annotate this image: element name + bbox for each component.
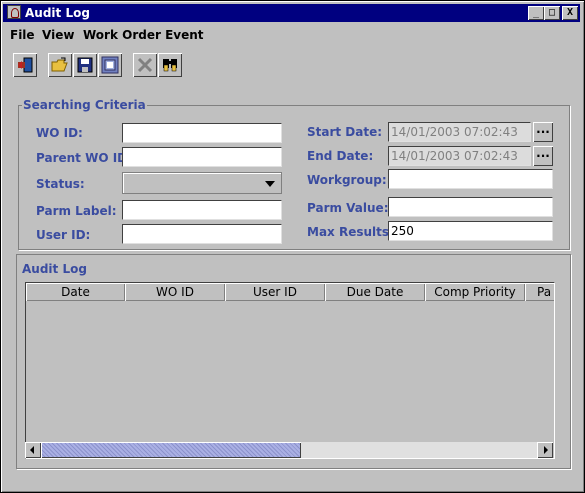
open-folder-icon	[51, 57, 68, 72]
column-header-user-id[interactable]: User ID	[225, 283, 325, 301]
scroll-left-button[interactable]	[25, 442, 41, 458]
parm-label-field[interactable]	[122, 200, 282, 220]
searching-criteria-title: Searching Criteria	[22, 98, 147, 112]
window-title: Audit Log	[25, 6, 90, 20]
status-label: Status:	[36, 177, 85, 191]
title-bar[interactable]: Audit Log _ □ X	[3, 4, 580, 22]
column-header-due-date[interactable]: Due Date	[325, 283, 425, 301]
audit-log-window: Audit Log _ □ X File View Work Order Eve…	[0, 0, 585, 493]
delete-button[interactable]	[133, 53, 157, 77]
parent-wo-id-label: Parent WO ID:	[36, 151, 132, 165]
parent-wo-id-field[interactable]	[122, 147, 282, 167]
start-date-label: Start Date:	[307, 125, 383, 139]
wo-id-field[interactable]	[122, 123, 282, 143]
menu-file[interactable]: File	[10, 28, 35, 42]
save-icon	[77, 57, 93, 73]
parm-label-label: Parm Label:	[36, 204, 117, 218]
arrow-left-icon	[30, 446, 34, 454]
column-header-pa[interactable]: Pa	[525, 283, 554, 301]
scroll-right-button[interactable]	[537, 442, 553, 458]
end-date-label: End Date:	[307, 149, 374, 163]
workgroup-field[interactable]	[388, 169, 553, 189]
start-date-browse-button[interactable]: ...	[533, 122, 553, 142]
find-icon	[163, 59, 177, 72]
chevron-down-icon	[265, 181, 275, 187]
parm-value-field[interactable]	[388, 197, 553, 217]
print-button[interactable]	[98, 53, 122, 77]
menu-work-order-event[interactable]: Work Order Event	[83, 28, 204, 42]
parm-value-label: Parm Value:	[307, 201, 389, 215]
wo-id-label: WO ID:	[36, 126, 83, 140]
find-button[interactable]	[158, 53, 182, 77]
user-id-label: User ID:	[36, 228, 91, 242]
arrow-right-icon	[544, 446, 548, 454]
workgroup-label: Workgroup:	[307, 173, 387, 187]
column-header-date[interactable]: Date	[26, 283, 125, 301]
max-results-label: Max Results:	[307, 225, 394, 239]
menu-view[interactable]: View	[42, 28, 74, 42]
minimize-button[interactable]: _	[528, 6, 544, 20]
status-dropdown[interactable]	[122, 172, 282, 194]
java-coffee-icon	[7, 5, 21, 19]
maximize-button[interactable]: □	[544, 6, 560, 20]
user-id-field[interactable]	[122, 224, 282, 244]
scroll-thumb[interactable]	[41, 442, 301, 458]
close-button[interactable]: X	[562, 6, 578, 20]
column-header-comp-priority[interactable]: Comp Priority	[425, 283, 525, 301]
audit-log-title: Audit Log	[21, 262, 88, 276]
audit-log-table[interactable]: Date WO ID User ID Due Date Comp Priorit…	[25, 282, 555, 459]
toolbar	[3, 51, 582, 81]
max-results-field[interactable]: 250	[388, 221, 553, 241]
horizontal-scrollbar[interactable]	[25, 442, 553, 458]
delete-icon	[137, 57, 153, 73]
end-date-field[interactable]: 14/01/2003 07:02:43	[388, 146, 531, 166]
end-date-browse-button[interactable]: ...	[533, 146, 553, 166]
save-button[interactable]	[73, 53, 97, 77]
exit-button[interactable]	[13, 53, 37, 77]
print-icon	[101, 56, 119, 74]
open-button[interactable]	[48, 53, 72, 77]
menu-bar: File View Work Order Event	[3, 25, 582, 45]
exit-icon	[18, 57, 33, 73]
start-date-field[interactable]: 14/01/2003 07:02:43	[388, 122, 531, 142]
column-header-wo-id[interactable]: WO ID	[125, 283, 225, 301]
